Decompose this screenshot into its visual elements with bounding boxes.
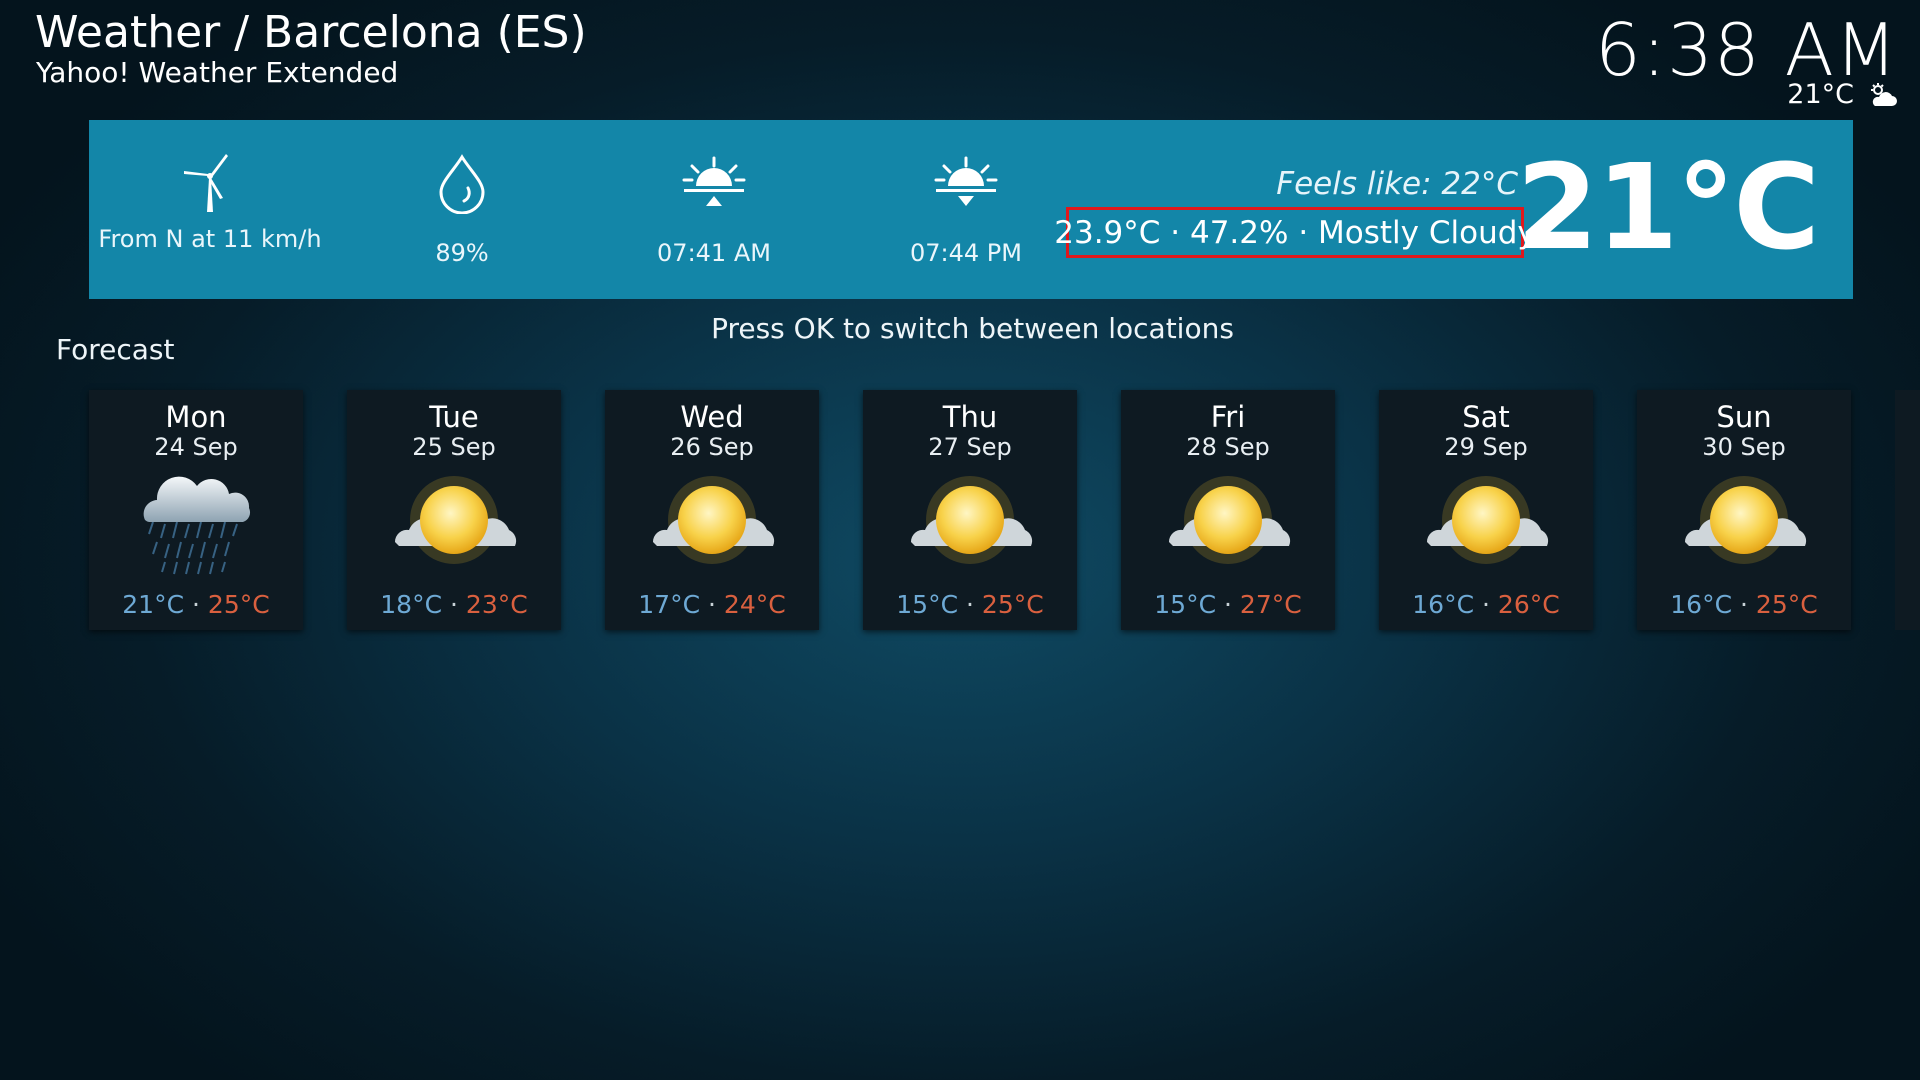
forecast-high: 24°C <box>723 590 786 619</box>
forecast-card-sat[interactable]: Sat 29 Sep 16°C · 26°C <box>1379 390 1593 630</box>
forecast-temps: 17°C · 24°C <box>605 590 819 620</box>
forecast-card-sun[interactable]: Sun 30 Sep 16°C · 25°C <box>1637 390 1851 630</box>
forecast-high: 27°C <box>1239 590 1302 619</box>
forecast-day: Thu <box>942 400 998 434</box>
forecast-day: Sun <box>1716 400 1772 434</box>
forecast-date: 24 Sep <box>154 433 238 461</box>
forecast-date: 28 Sep <box>1186 433 1270 461</box>
sunrise-info: 07:41 AM <box>599 120 829 299</box>
temp-separator: · <box>192 590 200 619</box>
humidity-drop-icon <box>436 154 488 218</box>
forecast-temps: 15°C · 25°C <box>863 590 1077 620</box>
wind-label: From N at 11 km/h <box>98 225 322 253</box>
forecast-temps: 15°C · 27°C <box>1121 590 1335 620</box>
current-details-highlight: 23.9°C · 47.2% · Mostly Cloudy <box>1054 207 1536 258</box>
header-temp: 21°C <box>1787 79 1854 110</box>
sunset-label: 07:44 PM <box>910 239 1022 267</box>
forecast-high: 25°C <box>1755 590 1818 619</box>
forecast-temps: 16°C · 25°C <box>1637 590 1851 620</box>
sun-cloud-icon <box>647 470 777 584</box>
forecast-low: 16°C <box>1670 590 1733 619</box>
feels-like: Feels like: 22°C <box>1276 166 1518 202</box>
forecast-low: 15°C <box>896 590 959 619</box>
forecast-date: 29 Sep <box>1444 433 1528 461</box>
switch-location-hint: Press OK to switch between locations <box>711 312 1234 345</box>
temp-separator: · <box>1740 590 1748 619</box>
forecast-temps: 21°C · 25°C <box>89 590 303 620</box>
rain-cloud-icon <box>131 470 261 584</box>
current-conditions-bar: From N at 11 km/h 89% 07:41 AM 07:44 PM … <box>89 120 1853 299</box>
humidity-info: 89% <box>347 120 577 299</box>
header-weather: 21°C <box>1787 78 1898 112</box>
sun-cloud-icon <box>389 470 519 584</box>
forecast-low: 18°C <box>380 590 443 619</box>
current-details: 23.9°C · 47.2% · Mostly Cloudy <box>1054 214 1536 251</box>
forecast-low: 17°C <box>638 590 701 619</box>
humidity-label: 89% <box>435 239 489 267</box>
forecast-temps: 16°C · 26°C <box>1379 590 1593 620</box>
provider-subtitle: Yahoo! Weather Extended <box>36 56 399 89</box>
temp-separator: · <box>450 590 458 619</box>
forecast-day: Mon <box>165 400 227 434</box>
forecast-high: 25°C <box>207 590 270 619</box>
temp-separator: · <box>1482 590 1490 619</box>
forecast-card-mon[interactable]: Mon 24 Sep 21°C · 25°C <box>89 390 303 630</box>
forecast-day: Tue <box>429 400 479 434</box>
temp-separator: · <box>966 590 974 619</box>
forecast-card-tue[interactable]: Tue 25 Sep 18°C · 23°C <box>347 390 561 630</box>
forecast-card-wed[interactable]: Wed 26 Sep 17°C · 24°C <box>605 390 819 630</box>
forecast-low: 16°C <box>1412 590 1475 619</box>
forecast-card-next-peek <box>1895 390 1920 630</box>
forecast-high: 26°C <box>1497 590 1560 619</box>
current-temperature: 21°C <box>1516 138 1820 276</box>
forecast-high: 23°C <box>465 590 528 619</box>
sunrise-label: 07:41 AM <box>657 239 771 267</box>
forecast-card-thu[interactable]: Thu 27 Sep 15°C · 25°C <box>863 390 1077 630</box>
wind-turbine-icon <box>182 152 238 218</box>
sun-cloud-icon <box>1163 470 1293 584</box>
forecast-low: 21°C <box>122 590 185 619</box>
forecast-day: Fri <box>1210 400 1246 434</box>
forecast-heading: Forecast <box>56 333 175 366</box>
sunset-icon <box>934 156 998 216</box>
forecast-high: 25°C <box>981 590 1044 619</box>
sun-cloud-icon <box>905 470 1035 584</box>
sunrise-icon <box>682 156 746 216</box>
forecast-date: 26 Sep <box>670 433 754 461</box>
temp-separator: · <box>1224 590 1232 619</box>
forecast-card-fri[interactable]: Fri 28 Sep 15°C · 27°C <box>1121 390 1335 630</box>
forecast-date: 30 Sep <box>1702 433 1786 461</box>
forecast-day: Sat <box>1462 400 1510 434</box>
temp-separator: · <box>708 590 716 619</box>
sun-cloud-icon <box>1421 470 1551 584</box>
forecast-date: 27 Sep <box>928 433 1012 461</box>
forecast-date: 25 Sep <box>412 433 496 461</box>
forecast-low: 15°C <box>1154 590 1217 619</box>
sunset-info: 07:44 PM <box>851 120 1081 299</box>
wind-info: From N at 11 km/h <box>95 120 325 299</box>
forecast-temps: 18°C · 23°C <box>347 590 561 620</box>
partly-cloudy-icon <box>1866 82 1898 108</box>
page-title: Weather / Barcelona (ES) <box>35 7 587 58</box>
sun-cloud-icon <box>1679 470 1809 584</box>
forecast-day: Wed <box>680 400 744 434</box>
